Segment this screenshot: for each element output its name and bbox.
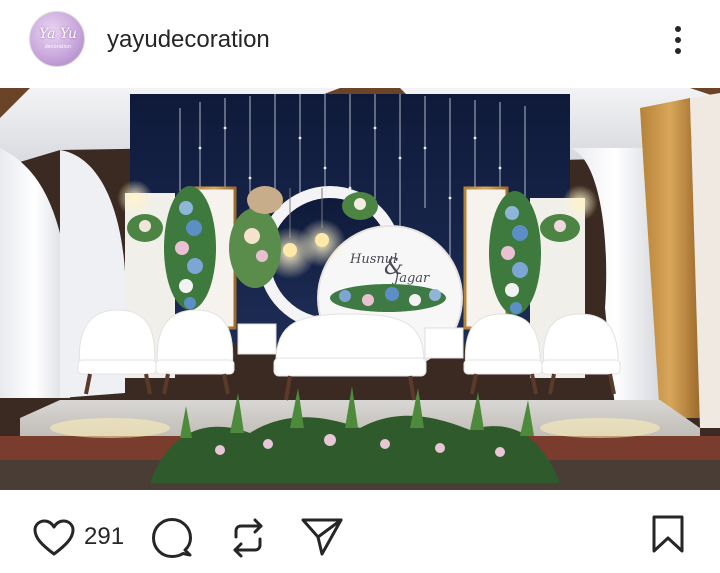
post-photo[interactable]: Husnul & Jagar — [0, 88, 720, 490]
post-header: Ya Yu decoration yayudecoration — [0, 0, 720, 88]
heart-icon[interactable] — [32, 518, 76, 558]
post-actions-bar: 291 — [0, 490, 720, 573]
avatar-logo-subtext: decoration — [44, 44, 72, 50]
wedding-stage-photo: Husnul & Jagar — [0, 88, 720, 490]
send-icon[interactable] — [300, 516, 344, 558]
signage-name-2: Jagar — [391, 271, 430, 286]
avatar-logo-text: Ya Yu — [39, 26, 77, 42]
like-count[interactable]: 291 — [84, 523, 124, 551]
bookmark-icon[interactable] — [651, 514, 685, 554]
more-options-icon[interactable] — [668, 24, 688, 56]
username[interactable]: yayudecoration — [107, 26, 270, 54]
avatar[interactable]: Ya Yu decoration — [29, 11, 85, 67]
repost-icon[interactable] — [228, 517, 268, 559]
comment-icon[interactable] — [150, 516, 194, 560]
